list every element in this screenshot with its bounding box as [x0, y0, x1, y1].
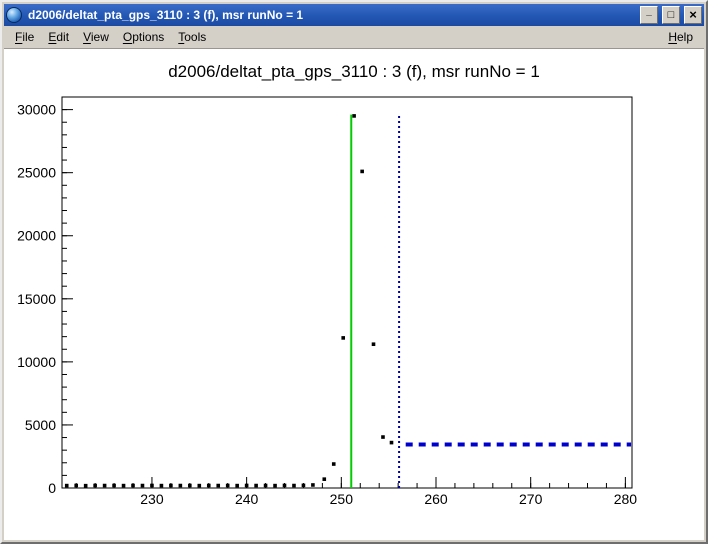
menu-item-view[interactable]: View	[76, 27, 116, 47]
menu-left: FileEditViewOptionsTools	[8, 27, 213, 47]
svg-text:10000: 10000	[17, 354, 56, 370]
svg-text:250: 250	[330, 491, 354, 507]
svg-text:15000: 15000	[17, 291, 56, 307]
svg-text:5000: 5000	[25, 417, 56, 433]
maximize-button[interactable]: □	[662, 6, 680, 24]
svg-text:20000: 20000	[17, 228, 56, 244]
close-icon: ×	[689, 10, 697, 20]
app-icon[interactable]	[6, 7, 22, 23]
svg-text:240: 240	[235, 491, 259, 507]
titlebar[interactable]: d2006/deltat_pta_gps_3110 : 3 (f), msr r…	[4, 4, 704, 26]
svg-text:270: 270	[519, 491, 543, 507]
svg-text:230: 230	[140, 491, 164, 507]
menu-item-options[interactable]: Options	[116, 27, 171, 47]
close-button[interactable]: ×	[684, 6, 702, 24]
svg-text:280: 280	[614, 491, 638, 507]
svg-text:260: 260	[424, 491, 448, 507]
minimize-icon: _	[646, 7, 652, 17]
window-title: d2006/deltat_pta_gps_3110 : 3 (f), msr r…	[25, 8, 636, 22]
svg-text:25000: 25000	[17, 165, 56, 181]
minimize-button[interactable]: _	[640, 6, 658, 24]
menu-item-edit[interactable]: Edit	[41, 27, 76, 47]
menu-item-tools[interactable]: Tools	[171, 27, 213, 47]
menubar: FileEditViewOptionsTools Help	[4, 26, 704, 49]
menu-right: Help	[661, 27, 700, 47]
plot-svg[interactable]: 230 240 250 260 270 280 0 5000 10000 15000 20000 25…	[4, 49, 704, 540]
svg-text:30000: 30000	[17, 102, 56, 118]
svg-text:0: 0	[48, 480, 56, 496]
maximize-icon: □	[668, 10, 675, 20]
root-canvas[interactable]: d2006/deltat_pta_gps_3110 : 3 (f), msr r…	[4, 49, 704, 540]
menu-item-help[interactable]: Help	[661, 27, 700, 47]
app-window: d2006/deltat_pta_gps_3110 : 3 (f), msr r…	[0, 0, 708, 544]
menu-item-file[interactable]: File	[8, 27, 41, 47]
